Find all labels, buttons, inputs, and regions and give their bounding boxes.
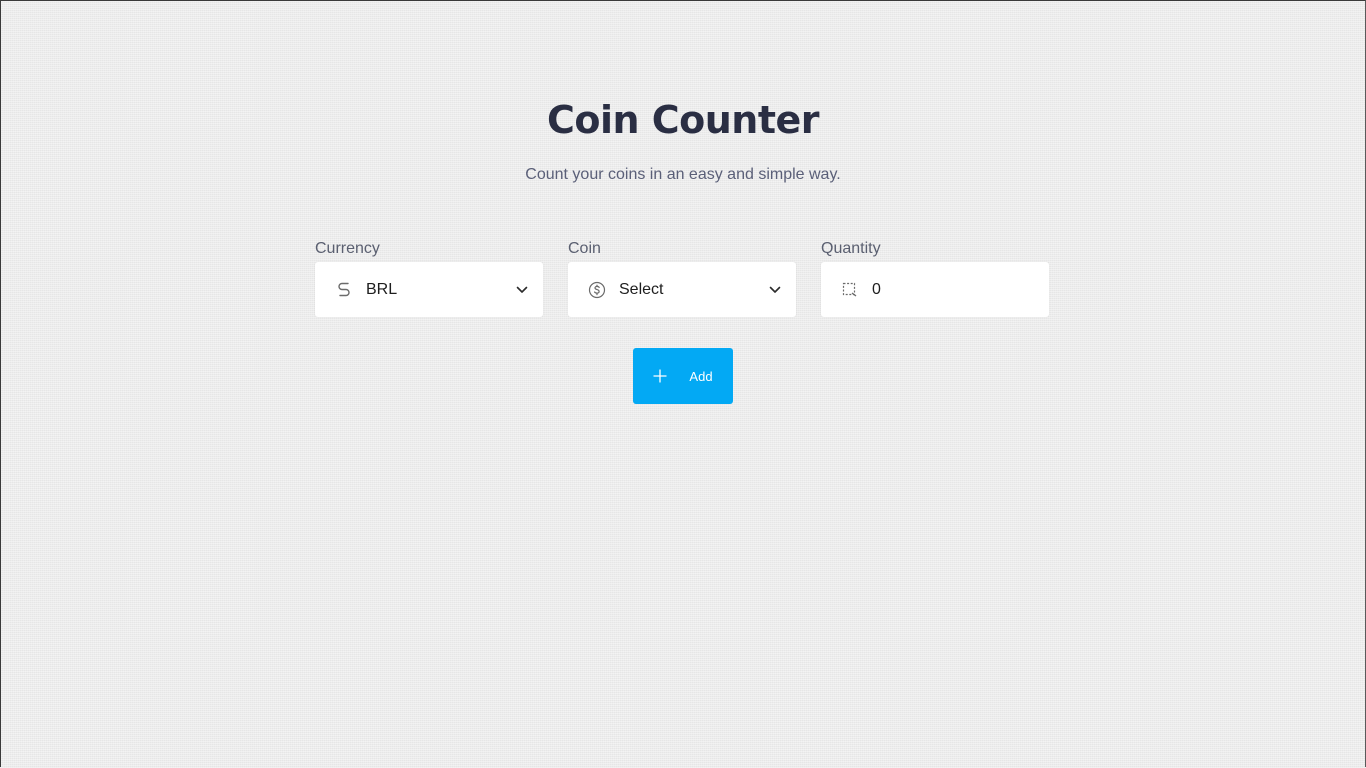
quantity-input-wrapper[interactable] bbox=[821, 262, 1049, 317]
add-button[interactable]: Add bbox=[633, 348, 733, 404]
coin-dollar-icon bbox=[588, 281, 606, 299]
coin-select[interactable]: Select bbox=[568, 262, 796, 317]
chevron-down-icon bbox=[768, 283, 782, 297]
quantity-label: Quantity bbox=[821, 240, 881, 257]
quantity-field: Quantity bbox=[821, 240, 1049, 317]
plus-icon bbox=[653, 369, 668, 383]
coin-label: Coin bbox=[568, 240, 601, 257]
dashed-square-icon bbox=[841, 281, 859, 299]
currency-value: BRL bbox=[366, 280, 398, 298]
quantity-input[interactable] bbox=[872, 280, 1035, 299]
coin-value: Select bbox=[619, 280, 664, 298]
add-button-label: Add bbox=[689, 368, 713, 384]
currency-field: Currency BRL bbox=[315, 240, 543, 317]
chevron-down-icon bbox=[515, 283, 529, 297]
page-title: Coin Counter bbox=[546, 98, 820, 142]
currency-select[interactable]: BRL bbox=[315, 262, 543, 317]
page-subtitle: Count your coins in an easy and simple w… bbox=[525, 166, 841, 183]
currency-s-icon bbox=[335, 281, 353, 299]
coin-field: Coin Select bbox=[568, 240, 796, 317]
currency-label: Currency bbox=[315, 240, 380, 257]
